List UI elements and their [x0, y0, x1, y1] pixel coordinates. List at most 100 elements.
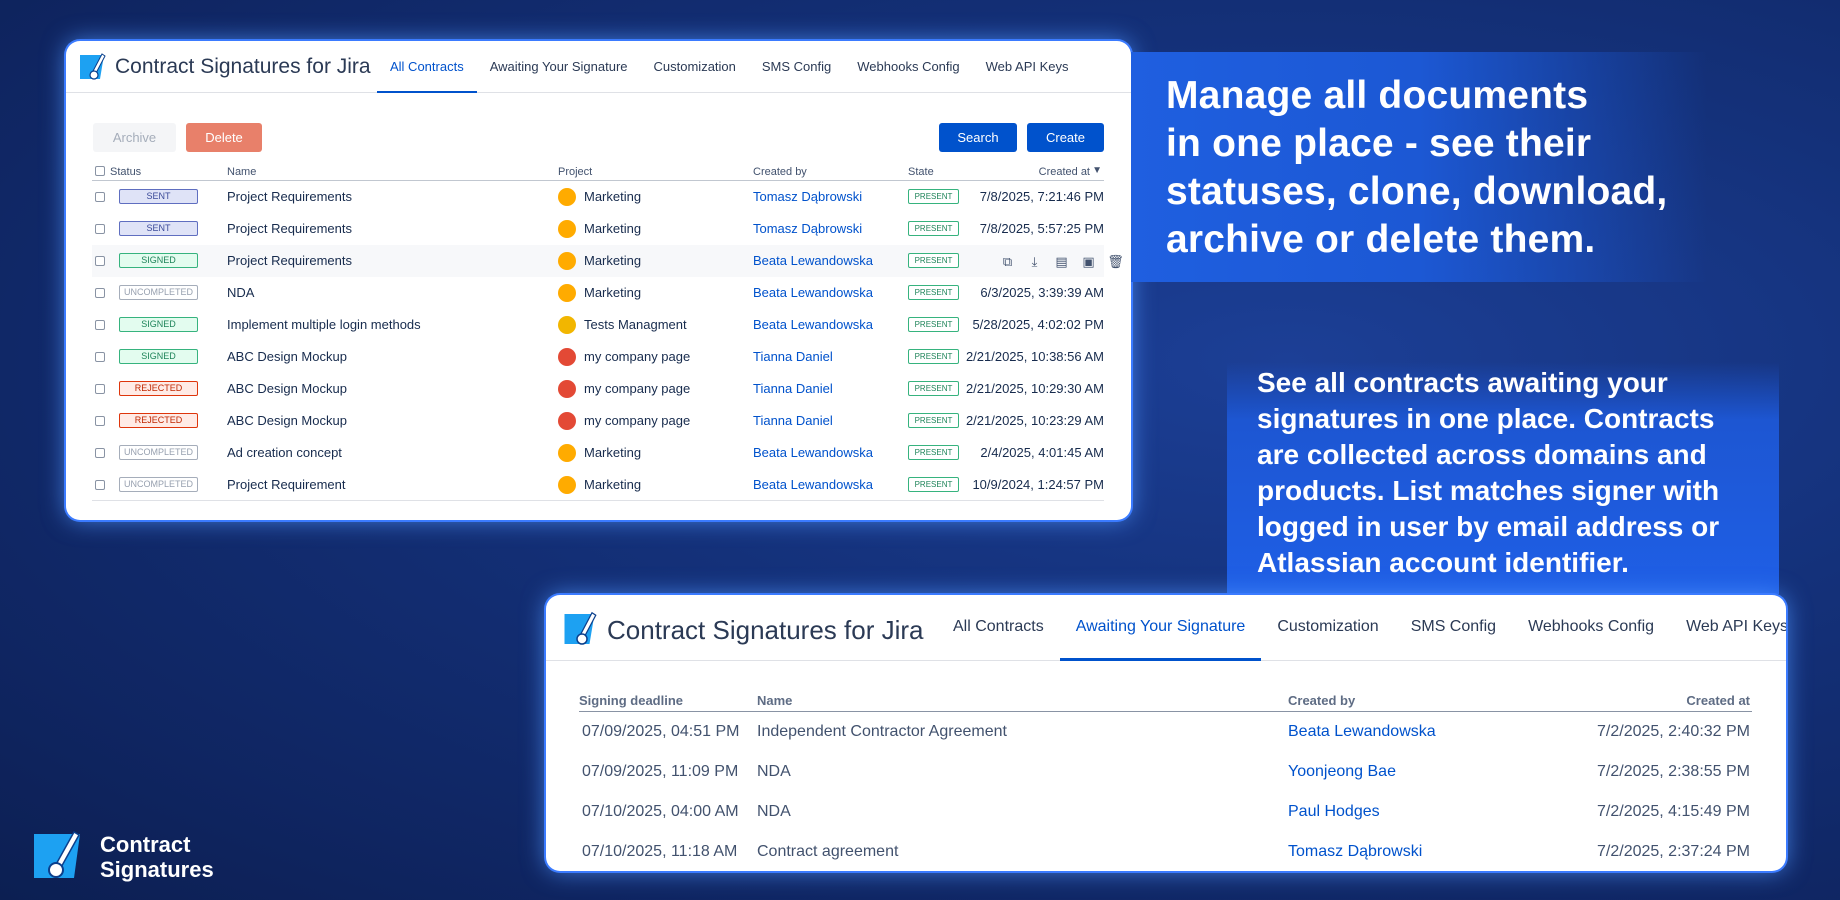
tab-web-api-keys[interactable]: Web API Keys	[973, 41, 1082, 93]
contract-name[interactable]: Implement multiple login methods	[227, 317, 421, 332]
status-badge: REJECTED	[119, 381, 198, 396]
created-by-link[interactable]: Tianna Daniel	[753, 413, 833, 428]
created-by-link[interactable]: Beata Lewandowska	[753, 285, 873, 300]
project-name: Marketing	[584, 445, 642, 460]
contract-name[interactable]: Project Requirements	[227, 221, 352, 236]
created-by-link[interactable]: Beata Lewandowska	[753, 253, 873, 268]
created-by-link[interactable]: Tomasz Dąbrowski	[1288, 843, 1422, 861]
tab-customization[interactable]: Customization	[1261, 595, 1394, 661]
row-checkbox[interactable]	[95, 224, 105, 234]
table-row[interactable]: REJECTED ABC Design Mockup my company page…	[92, 373, 1104, 405]
archive-button[interactable]: Archive	[93, 123, 176, 152]
contract-name[interactable]: ABC Design Mockup	[227, 381, 347, 396]
table-row[interactable]: REJECTED ABC Design Mockup my company page…	[92, 405, 1104, 437]
sort-desc-icon[interactable]: ▼	[1092, 165, 1102, 176]
contract-name[interactable]: NDA	[757, 763, 791, 781]
project-name: Marketing	[584, 189, 642, 204]
created-by-link[interactable]: Tianna Daniel	[753, 349, 833, 364]
col-name[interactable]: Name	[227, 166, 256, 178]
project-icon	[558, 284, 576, 302]
created-at: 6/3/2025, 3:39:39 AM	[980, 285, 1104, 300]
contract-name[interactable]: Project Requirements	[227, 253, 352, 268]
contract-name[interactable]: NDA	[757, 803, 791, 821]
table-row[interactable]: SIGNED Project Requirements Marketing Beata…	[92, 245, 1124, 277]
project-name: Tests Managment	[584, 317, 687, 332]
table-row[interactable]: UNCOMPLETED Ad creation concept Marketing B…	[92, 437, 1104, 469]
pdf-icon[interactable]: ▤	[1053, 253, 1070, 270]
table-row[interactable]: UNCOMPLETED NDA Marketing Beata Lewandowska…	[92, 277, 1104, 309]
created-by-link[interactable]: Beata Lewandowska	[753, 317, 873, 332]
contract-name[interactable]: Project Requirements	[227, 189, 352, 204]
created-by-link[interactable]: Tianna Daniel	[753, 381, 833, 396]
col-created-at[interactable]: Created at	[1039, 166, 1090, 178]
row-checkbox[interactable]	[95, 480, 105, 490]
row-checkbox[interactable]	[95, 192, 105, 202]
col-status[interactable]: Status	[110, 166, 141, 178]
row-checkbox[interactable]	[95, 416, 105, 426]
search-button[interactable]: Search	[939, 123, 1017, 152]
tab-awaiting-signature[interactable]: Awaiting Your Signature	[1059, 595, 1262, 661]
created-by-link[interactable]: Yoonjeong Bae	[1288, 763, 1396, 781]
project-icon	[558, 380, 576, 398]
trash-icon[interactable]: 🗑	[1107, 253, 1124, 270]
tab-sms-config[interactable]: SMS Config	[1395, 595, 1512, 661]
tab-all-contracts[interactable]: All Contracts	[377, 41, 477, 93]
col-signing-deadline[interactable]: Signing deadline	[579, 693, 683, 708]
tab-all-contracts[interactable]: All Contracts	[937, 595, 1060, 661]
col-project[interactable]: Project	[558, 166, 592, 178]
row-checkbox[interactable]	[95, 384, 105, 394]
row-checkbox[interactable]	[95, 352, 105, 362]
tab-web-api-keys[interactable]: Web API Keys	[1670, 595, 1786, 661]
created-by-link[interactable]: Beata Lewandowska	[1288, 723, 1436, 741]
contract-name[interactable]: Ad creation concept	[227, 445, 342, 460]
contract-name[interactable]: NDA	[227, 285, 254, 300]
download-icon[interactable]: ⤓	[1026, 253, 1043, 270]
contract-name[interactable]: ABC Design Mockup	[227, 349, 347, 364]
clone-icon[interactable]: ⧉	[999, 253, 1016, 270]
col-created-by[interactable]: Created by	[1288, 693, 1355, 708]
tab-webhooks-config[interactable]: Webhooks Config	[844, 41, 972, 93]
contract-name[interactable]: ABC Design Mockup	[227, 413, 347, 428]
created-by-link[interactable]: Beata Lewandowska	[753, 477, 873, 492]
col-state[interactable]: State	[908, 166, 934, 178]
created-at: 7/2/2025, 4:15:49 PM	[1597, 803, 1750, 820]
created-by-link[interactable]: Beata Lewandowska	[753, 445, 873, 460]
created-by-link[interactable]: Paul Hodges	[1288, 803, 1380, 821]
tab-awaiting-signature[interactable]: Awaiting Your Signature	[477, 41, 641, 93]
create-button[interactable]: Create	[1027, 123, 1104, 152]
delete-button[interactable]: Delete	[186, 123, 262, 152]
table-row[interactable]: SENT Project Requirements Marketing Tomasz …	[92, 181, 1104, 213]
row-checkbox[interactable]	[95, 288, 105, 298]
archive-icon[interactable]: ▣	[1080, 253, 1097, 270]
row-checkbox[interactable]	[95, 256, 105, 266]
table-row[interactable]: SENT Project Requirements Marketing Tomasz …	[92, 213, 1104, 245]
callout-line: are collected across domains and	[1257, 439, 1707, 470]
created-by-link[interactable]: Tomasz Dąbrowski	[753, 221, 862, 236]
project-icon	[558, 188, 576, 206]
table-row[interactable]: 07/10/2025, 04:00 AM NDA Paul Hodges 7/2/20…	[579, 792, 1752, 832]
row-checkbox[interactable]	[95, 320, 105, 330]
table-header: Signing deadline Name Created by Created…	[579, 693, 1752, 712]
table-row[interactable]: UNCOMPLETED Project Requirement Marketing B…	[92, 469, 1104, 501]
contract-name[interactable]: Independent Contractor Agreement	[757, 723, 1007, 741]
tab-webhooks-config[interactable]: Webhooks Config	[1512, 595, 1670, 661]
brand-line: Contract	[100, 832, 191, 857]
col-created-by[interactable]: Created by	[753, 166, 807, 178]
project-name: my company page	[584, 349, 691, 364]
table-row[interactable]: 07/10/2025, 11:18 AM Contract agreement To…	[579, 832, 1752, 871]
tab-bar: All Contracts Awaiting Your Signature Cu…	[937, 595, 1786, 661]
table-row[interactable]: 07/09/2025, 11:09 PM NDA Yoonjeong Bae 7/2/…	[579, 752, 1752, 792]
col-name[interactable]: Name	[757, 693, 792, 708]
tab-sms-config[interactable]: SMS Config	[749, 41, 844, 93]
callout-line: in one place - see their	[1166, 122, 1592, 165]
table-row[interactable]: SIGNED Implement multiple login methods Te…	[92, 309, 1104, 341]
tab-customization[interactable]: Customization	[641, 41, 749, 93]
contract-name[interactable]: Contract agreement	[757, 843, 898, 861]
contract-name[interactable]: Project Requirement	[227, 477, 346, 492]
table-row[interactable]: SIGNED ABC Design Mockup my company page Ti…	[92, 341, 1104, 373]
select-all-checkbox[interactable]	[95, 166, 105, 176]
table-row[interactable]: 07/09/2025, 04:51 PM Independent Contract…	[579, 712, 1752, 752]
created-by-link[interactable]: Tomasz Dąbrowski	[753, 189, 862, 204]
row-checkbox[interactable]	[95, 448, 105, 458]
col-created-at[interactable]: Created at	[1686, 693, 1750, 708]
